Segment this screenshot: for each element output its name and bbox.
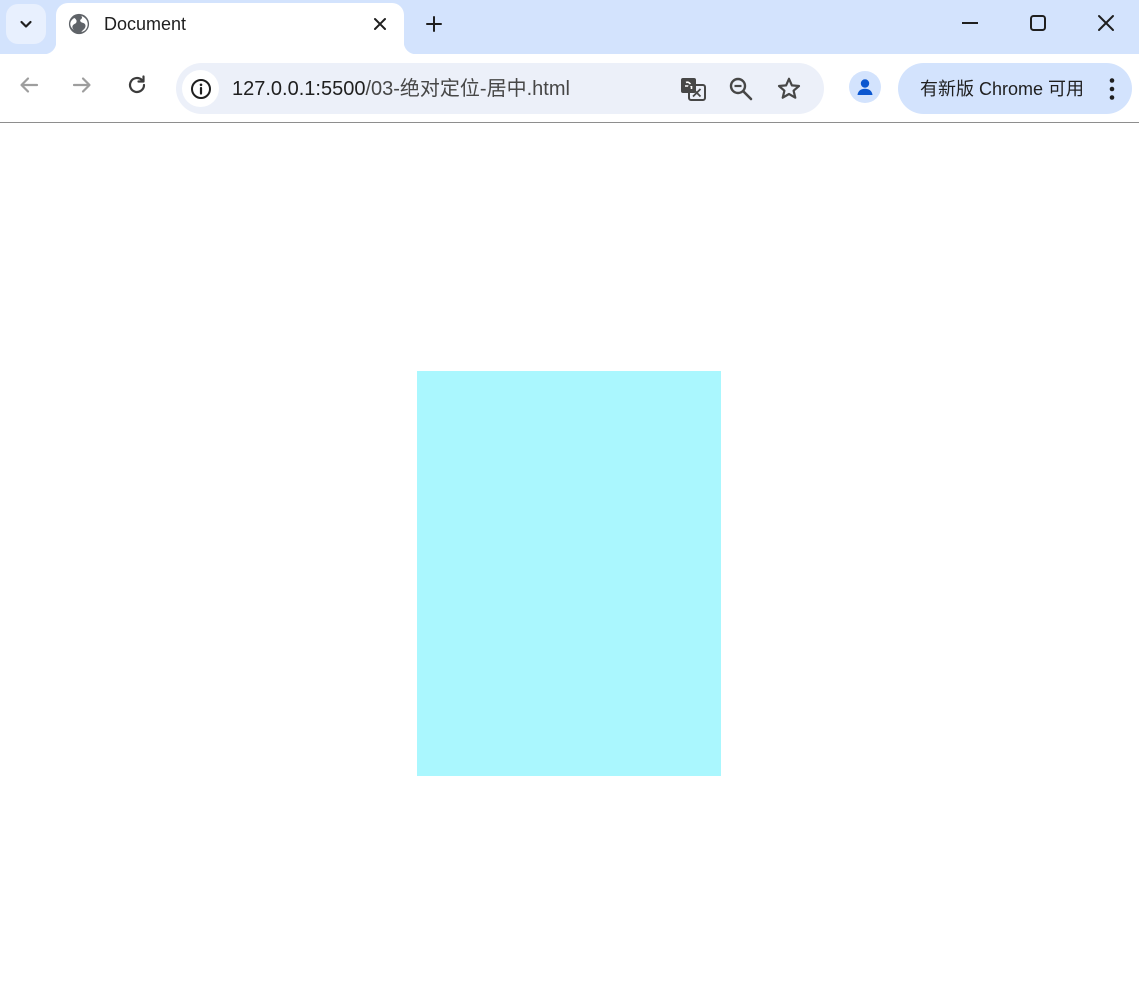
- more-vertical-icon: [1109, 78, 1115, 100]
- bookmark-button[interactable]: [773, 73, 805, 105]
- minimize-icon: [962, 22, 978, 24]
- back-button[interactable]: [12, 68, 46, 102]
- reload-icon: [128, 75, 146, 94]
- forward-button[interactable]: [65, 68, 99, 102]
- tab-search-button[interactable]: [6, 4, 46, 44]
- url-host: 127.0.0.1:5500: [232, 78, 366, 100]
- browser-window: Document 127.0.0.1:5500/03-绝对定位-居中.html …: [0, 0, 1139, 1003]
- tab-title: Document: [104, 14, 187, 34]
- plus-icon: [426, 16, 442, 32]
- arrow-left-icon: [20, 77, 39, 93]
- minimize-button[interactable]: [936, 0, 1004, 46]
- translate-icon: [681, 78, 706, 101]
- star-icon: [777, 77, 801, 99]
- tab-strip: Document: [0, 0, 1139, 54]
- maximize-icon: [1030, 15, 1046, 31]
- new-tab-button[interactable]: [418, 8, 450, 40]
- arrow-right-icon: [72, 77, 91, 93]
- chevron-down-icon: [20, 20, 32, 28]
- url-path: /03-绝对定位-居中.html: [365, 78, 570, 100]
- profile-button[interactable]: [849, 71, 881, 103]
- page-viewport: [0, 123, 1139, 1003]
- update-label: 有新版 Chrome 可用: [920, 79, 1085, 99]
- site-info-button[interactable]: [182, 70, 219, 107]
- chrome-update-button[interactable]: 有新版 Chrome 可用: [898, 63, 1132, 114]
- address-bar[interactable]: 127.0.0.1:5500/03-绝对定位-居中.html: [176, 63, 824, 114]
- tab-close-button[interactable]: [368, 12, 392, 36]
- close-icon: [374, 18, 386, 30]
- maximize-button[interactable]: [1004, 0, 1072, 46]
- tab-document[interactable]: Document: [44, 3, 416, 54]
- url-text[interactable]: 127.0.0.1:5500/03-绝对定位-居中.html: [232, 77, 570, 101]
- info-icon: [190, 78, 211, 99]
- avatar-icon: [857, 79, 873, 95]
- toolbar: 127.0.0.1:5500/03-绝对定位-居中.html 有新版 Chrom…: [0, 54, 1139, 123]
- zoom-out-icon: [729, 77, 753, 101]
- window-close-button[interactable]: [1072, 0, 1139, 46]
- close-icon: [1098, 15, 1114, 31]
- translate-button[interactable]: [677, 73, 709, 105]
- centered-box: [417, 371, 721, 776]
- reload-button[interactable]: [120, 68, 154, 102]
- menu-button[interactable]: [1106, 75, 1118, 103]
- zoom-button[interactable]: [725, 73, 757, 105]
- globe-icon: [68, 13, 90, 35]
